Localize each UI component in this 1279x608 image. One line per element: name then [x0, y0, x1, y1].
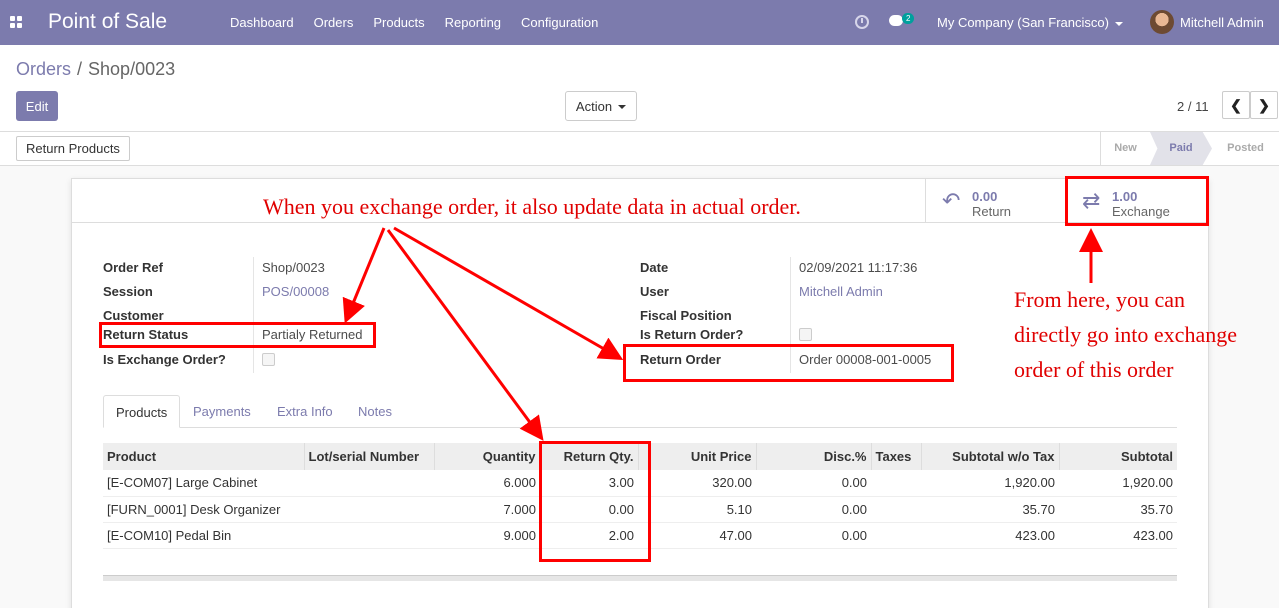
cell-subtotal-wo-tax: 1,920.00 — [921, 470, 1059, 497]
cell-discount: 0.00 — [756, 496, 871, 523]
user-label: User — [640, 284, 669, 299]
company-switcher[interactable]: My Company (San Francisco) — [937, 15, 1123, 30]
table-footer — [103, 575, 1177, 581]
return-label: Return — [972, 204, 1012, 219]
cell-taxes — [871, 522, 921, 549]
app-title: Point of Sale — [48, 10, 168, 33]
top-navbar: Point of Sale Dashboard Orders Products … — [0, 0, 1279, 45]
col-lot-serial[interactable]: Lot/serial Number — [303, 443, 434, 470]
cell-subtotal: 423.00 — [1059, 522, 1177, 549]
pager-previous-button[interactable]: ❮ — [1222, 91, 1250, 119]
cell-discount: 0.00 — [756, 522, 871, 549]
control-panel: Orders / Shop/0023 Edit Action 2 / 11 ❮ ❯ — [0, 45, 1279, 132]
action-label: Action — [575, 98, 613, 114]
cell-quantity: 6.000 — [434, 470, 540, 497]
menu-item-reporting[interactable]: Reporting — [435, 15, 511, 30]
session-link[interactable]: POS/00008 — [262, 284, 329, 299]
tab-extra-info[interactable]: Extra Info — [265, 395, 345, 428]
customer-label: Customer — [103, 308, 164, 323]
annotation-right-line1: From here, you can — [1014, 287, 1186, 312]
col-subtotal-wo-tax[interactable]: Subtotal w/o Tax — [920, 443, 1059, 470]
cell-unit-price: 320.00 — [638, 470, 756, 497]
caret-down-icon — [618, 105, 627, 110]
cell-discount: 0.00 — [756, 470, 871, 497]
chat-count-badge: 2 — [902, 13, 915, 24]
pager-next-button[interactable]: ❯ — [1250, 91, 1278, 119]
date-label: Date — [640, 260, 669, 275]
session-label: Session — [103, 284, 153, 299]
breadcrumb-orders-link[interactable]: Orders — [16, 59, 71, 79]
order-ref-label: Order Ref — [103, 260, 163, 275]
reply-arrow-icon: ↶ — [942, 188, 961, 213]
menu-item-configuration[interactable]: Configuration — [511, 15, 608, 30]
cell-unit-price: 5.10 — [638, 496, 756, 523]
cell-quantity: 9.000 — [434, 522, 540, 549]
cell-product: [FURN_0001] Desk Organizer — [103, 496, 304, 523]
col-product[interactable]: Product — [103, 443, 304, 470]
cell-lot — [304, 522, 434, 549]
left-group-divider — [253, 257, 254, 373]
avatar[interactable] — [1150, 10, 1174, 34]
order-ref-value: Shop/0023 — [262, 260, 325, 275]
return-products-button[interactable]: Return Products — [16, 136, 130, 161]
menu-item-products[interactable]: Products — [363, 15, 434, 30]
breadcrumb-separator: / — [77, 59, 83, 79]
cell-subtotal-wo-tax: 35.70 — [921, 496, 1059, 523]
cell-taxes — [871, 470, 921, 497]
breadcrumb: Orders / Shop/0023 — [16, 59, 175, 80]
col-unit-price[interactable]: Unit Price — [637, 443, 756, 470]
main-menu: Dashboard Orders Products Reporting Conf… — [220, 15, 608, 30]
col-subtotal[interactable]: Subtotal — [1058, 443, 1177, 470]
pager-value: 2 / 11 — [1177, 99, 1209, 114]
is-exchange-label: Is Exchange Order? — [103, 352, 226, 367]
stage-paid[interactable]: Paid — [1150, 132, 1212, 165]
user-menu[interactable]: Mitchell Admin — [1180, 15, 1264, 30]
tab-payments[interactable]: Payments — [181, 395, 263, 428]
chat-icon[interactable] — [889, 15, 903, 26]
highlight-return-order — [623, 344, 954, 382]
highlight-return-status — [99, 322, 376, 348]
cell-unit-price: 47.00 — [638, 522, 756, 549]
annotation-top-text: When you exchange order, it also update … — [263, 194, 801, 219]
is-return-checkbox[interactable] — [799, 328, 812, 341]
activity-clock-icon[interactable] — [855, 15, 869, 29]
highlight-return-qty-column — [539, 441, 651, 562]
fiscal-position-label: Fiscal Position — [640, 308, 732, 323]
is-exchange-checkbox[interactable] — [262, 353, 275, 366]
stage-new[interactable]: New — [1100, 132, 1150, 165]
apps-grid-icon[interactable] — [10, 16, 23, 29]
cell-subtotal: 1,920.00 — [1059, 470, 1177, 497]
cell-subtotal-wo-tax: 423.00 — [921, 522, 1059, 549]
company-name: My Company (San Francisco) — [937, 15, 1109, 30]
highlight-exchange-button — [1065, 176, 1209, 226]
breadcrumb-current: Shop/0023 — [88, 59, 176, 79]
cell-taxes — [871, 496, 921, 523]
cell-subtotal: 35.70 — [1059, 496, 1177, 523]
cell-product: [E-COM07] Large Cabinet — [103, 470, 304, 497]
col-discount[interactable]: Disc.% — [755, 443, 871, 470]
annotation-right-line2: directly go into exchange — [1014, 322, 1237, 347]
cell-product: [E-COM10] Pedal Bin — [103, 522, 304, 549]
menu-item-orders[interactable]: Orders — [304, 15, 364, 30]
user-link[interactable]: Mitchell Admin — [799, 284, 883, 299]
menu-item-dashboard[interactable]: Dashboard — [220, 15, 304, 30]
notebook-tabs: Products Payments Extra Info Notes — [103, 395, 1177, 428]
is-return-label: Is Return Order? — [640, 327, 744, 342]
tab-products[interactable]: Products — [103, 395, 181, 428]
col-quantity[interactable]: Quantity — [433, 443, 540, 470]
annotation-right-line3: order of this order — [1014, 357, 1174, 382]
edit-button[interactable]: Edit — [16, 91, 58, 121]
chevron-down-icon — [1114, 21, 1123, 26]
col-taxes[interactable]: Taxes — [870, 443, 921, 470]
return-count: 0.00 — [972, 189, 998, 204]
return-smart-button[interactable]: ↶ 0.00 Return — [925, 179, 1065, 223]
cell-lot — [304, 470, 434, 497]
cell-quantity: 7.000 — [434, 496, 540, 523]
action-dropdown-button[interactable]: Action — [565, 91, 637, 121]
tab-notes[interactable]: Notes — [346, 395, 404, 428]
status-bar: Return Products New Paid Posted — [0, 132, 1279, 166]
date-value: 02/09/2021 11:17:36 — [799, 260, 918, 275]
cell-lot — [304, 496, 434, 523]
stage-posted[interactable]: Posted — [1212, 132, 1279, 165]
